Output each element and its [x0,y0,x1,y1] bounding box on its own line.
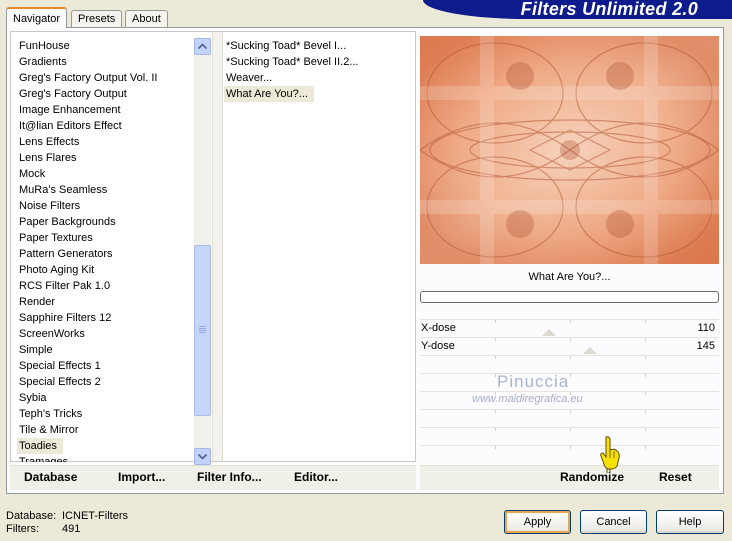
category-scrollbar[interactable] [194,38,211,465]
category-item[interactable]: Teph's Tricks [17,406,189,422]
database-button[interactable]: Database [24,470,77,484]
slider-value: 110 [697,322,715,334]
slider-empty [420,409,719,426]
slider-empty [420,427,719,444]
slider-empty [420,373,719,390]
filter-item[interactable]: *Sucking Toad* Bevel I... [224,38,414,54]
slider-empty [420,445,719,462]
category-item[interactable]: Paper Textures [17,230,189,246]
category-item[interactable]: Gradients [17,54,189,70]
category-item[interactable]: Lens Flares [17,150,189,166]
category-item[interactable]: FunHouse [17,38,189,54]
filter-preview [420,36,719,264]
navigator-toolbar: Database Import... Filter Info... Editor… [10,465,416,490]
category-item[interactable]: ScreenWorks [17,326,189,342]
category-item[interactable]: Greg's Factory Output Vol. II [17,70,189,86]
filter-item[interactable]: *Sucking Toad* Bevel II.2... [224,54,414,70]
category-list[interactable]: FunHouse Gradients Greg's Factory Output V… [17,38,189,462]
import-button[interactable]: Import... [118,470,165,484]
slider-label: Y-dose [421,340,455,352]
category-item[interactable]: It@lian Editors Effect [17,118,189,134]
category-item[interactable]: Noise Filters [17,198,189,214]
slider-x-dose[interactable]: X-dose 110 [420,319,719,336]
filter-info-button[interactable]: Filter Info... [197,470,262,484]
tab-about[interactable]: About [125,10,168,27]
slider-thumb[interactable] [542,329,556,336]
filter-item[interactable]: What Are You?... [224,86,314,102]
preview-image [420,36,719,264]
category-item[interactable]: Sapphire Filters 12 [17,310,189,326]
scroll-up-button[interactable] [194,38,211,55]
slider-empty [420,355,719,372]
filter-list[interactable]: *Sucking Toad* Bevel I... *Sucking Toad* … [224,38,414,158]
database-label: Database: [6,510,57,522]
category-item[interactable]: Tile & Mirror [17,422,189,438]
preview-progress-bar [420,291,719,303]
category-item[interactable]: Render [17,294,189,310]
editor-button[interactable]: Editor... [294,470,338,484]
category-item[interactable]: Image Enhancement [17,102,189,118]
slider-label: X-dose [421,322,456,334]
reset-button[interactable]: Reset [659,470,692,484]
chevron-up-icon [198,43,207,50]
chevron-down-icon [198,453,207,460]
slider-thumb[interactable] [583,347,597,354]
apply-button[interactable]: Apply [504,510,571,534]
category-item[interactable]: Simple [17,342,189,358]
watermark-name: Pinuccia [497,372,570,391]
category-item[interactable]: Sybia [17,390,189,406]
title-banner: Filters Unlimited 2.0 [423,0,732,19]
category-item[interactable]: Mock [17,166,189,182]
slider-value: 145 [696,340,715,352]
filters-label: Filters: [6,523,39,535]
database-value: ICNET-Filters [62,510,128,522]
category-item[interactable]: Special Effects 1 [17,358,189,374]
tab-navigator[interactable]: Navigator [6,7,68,28]
category-item[interactable]: Pattern Generators [17,246,189,262]
slider-y-dose[interactable]: Y-dose 145 [420,337,719,354]
category-item[interactable]: MuRa's Seamless [17,182,189,198]
status-info: Database: ICNET-Filters Filters: 491 [6,510,128,536]
cancel-button[interactable]: Cancel [580,510,647,534]
list-area: FunHouse Gradients Greg's Factory Output V… [10,31,416,465]
preview-toolbar: Randomize Reset [420,465,719,490]
category-item[interactable]: Greg's Factory Output [17,86,189,102]
hand-pointer-icon [600,436,620,473]
tab-presets[interactable]: Presets [71,10,123,27]
category-item[interactable]: Lens Effects [17,134,189,150]
category-item[interactable]: Tramages [17,454,189,462]
filter-item[interactable]: Weaver... [224,70,414,86]
window-title: Filters Unlimited 2.0 [520,0,698,19]
preview-filter-name: What Are You?... [528,271,611,283]
filters-count: 491 [62,523,81,535]
category-item[interactable]: Toadies [17,438,63,454]
category-item[interactable]: Paper Backgrounds [17,214,189,230]
category-item[interactable]: Special Effects 2 [17,374,189,390]
parameter-sliders: X-dose 110 Y-dose 145 [420,319,719,465]
list-divider [212,32,223,461]
category-item[interactable]: Photo Aging Kit [17,262,189,278]
watermark-url: www.maidiregrafica.eu [472,393,583,405]
scroll-down-button[interactable] [194,448,211,465]
category-item[interactable]: RCS Filter Pak 1.0 [17,278,189,294]
help-button[interactable]: Help [656,510,724,534]
navigator-panel: FunHouse Gradients Greg's Factory Output V… [6,27,724,494]
scroll-thumb[interactable] [194,245,211,416]
